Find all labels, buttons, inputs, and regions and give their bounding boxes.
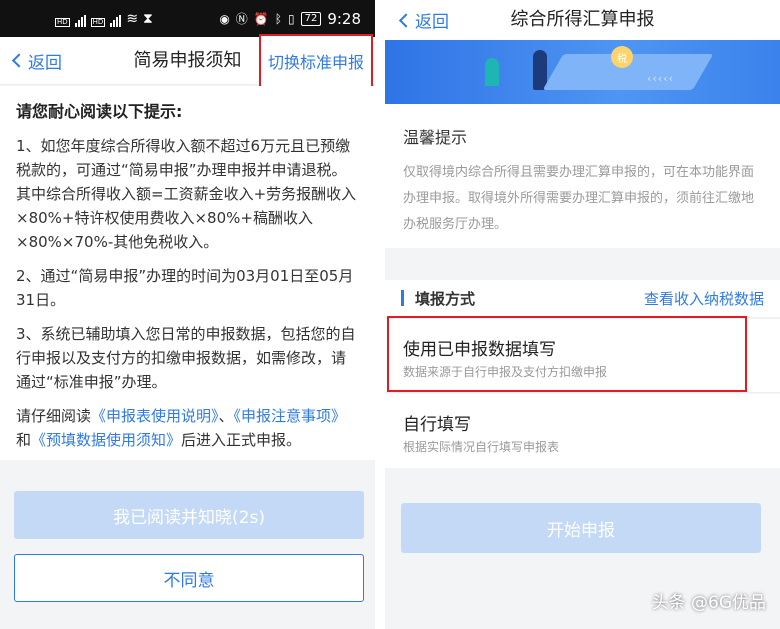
right-phone-screen: 返回 综合所得汇算申报 税 ‹‹‹‹‹ 温馨提示 仅取得境内综合所得且需要办理汇… (385, 0, 780, 629)
tips-title: 温馨提示 (403, 128, 468, 147)
option-self-fill[interactable]: 自行填写 根据实际情况自行填写申报表 (385, 394, 780, 468)
disagree-button[interactable]: 不同意 (14, 554, 364, 602)
acknowledge-button[interactable]: 我已阅读并知晓(2s) (14, 491, 364, 539)
left-phone-screen: HD HD ≋ ⧗ ◉ Ⓝ ⏰ ᛒ ▯ 72 9:28 返回 简易申报须知 切换… (0, 0, 375, 629)
eye-icon: ◉ (219, 11, 230, 26)
status-time: 9:28 (327, 9, 361, 28)
page-title: 综合所得汇算申报 (510, 9, 655, 30)
notice-paragraph-1: 1、如您年度综合所得收入额不超过6万元且已预缴税款的，可通过“简易申报”办理申报… (16, 137, 357, 251)
option-subtitle: 根据实际情况自行填写申报表 (403, 440, 560, 454)
view-tax-data-link[interactable]: 查看收入纳税数据 (644, 280, 764, 318)
notice-paragraph-2: 2、通过“简易申报”办理的时间为03月01日至05月31日。 (16, 267, 354, 309)
option-title: 自行填写 (403, 415, 471, 435)
notes-link[interactable]: 《申报注意事项》 (234, 407, 347, 425)
signal-indicators: HD HD ≋ ⧗ (55, 11, 153, 27)
switch-standard-button[interactable]: 切换标准申报 (259, 34, 373, 88)
start-declaration-button[interactable]: 开始申报 (401, 503, 761, 553)
status-right: ◉ Ⓝ ⏰ ᛒ ▯ 72 9:28 (219, 10, 361, 28)
wifi-icon: ≋ (126, 10, 139, 27)
vibrate-icon: ▯ (287, 11, 295, 26)
signal-icon (110, 14, 122, 27)
section-marker (401, 290, 404, 306)
tips-section: 温馨提示 仅取得境内综合所得且需要办理汇算申报的，可在本功能界面办理申报。取得境… (385, 104, 780, 248)
nav-bar: 返回 简易申报须知 切换标准申报 (0, 34, 375, 88)
status-bar: HD HD ≋ ⧗ ◉ Ⓝ ⏰ ᛒ ▯ 72 9:28 (0, 0, 375, 37)
read-prefix: 请仔细阅读 (16, 407, 92, 425)
option-subtitle: 数据来源于自行申报及支付方扣缴申报 (403, 365, 608, 379)
notice-paragraph-4: 请仔细阅读《申报表使用说明》、《申报注意事项》和《预填数据使用须知》后进入正式申… (16, 404, 357, 452)
hd-icon: HD (55, 17, 70, 27)
usage-guide-link[interactable]: 《申报表使用说明》 (91, 407, 219, 425)
notice-paragraph-3: 3、系统已辅助填入您日常的申报数据，包括您的自行申报以及支付方的扣缴申报数据，如… (16, 325, 356, 391)
option-title: 使用已申报数据填写 (403, 340, 556, 360)
tax-coin-icon: 税 (611, 46, 633, 68)
notice-content: 请您耐心阅读以下提示: 1、如您年度综合所得收入额不超过6万元且已预缴税款的，可… (0, 86, 375, 460)
read-suffix: 后进入正式申报。 (181, 431, 302, 449)
bluetooth-icon: ᛒ (274, 11, 282, 26)
option-use-declared-data[interactable]: 使用已申报数据填写 数据来源于自行申报及支付方扣缴申报 (385, 319, 780, 393)
fill-method-label: 填报方式 (415, 290, 476, 308)
and-text: 和 (16, 431, 32, 449)
hourglass-icon: ⧗ (143, 10, 153, 27)
nav-bar: 返回 综合所得汇算申报 (385, 0, 780, 40)
hd-icon: HD (90, 17, 106, 27)
nfc-icon: Ⓝ (235, 12, 248, 26)
watermark: 头条 @6G优品 (651, 593, 766, 613)
separator: 、 (218, 407, 234, 425)
prefill-notice-link[interactable]: 《预填数据使用须知》 (31, 431, 181, 449)
arrows-icon: ‹‹‹‹‹ (647, 72, 674, 85)
alarm-icon: ⏰ (253, 11, 269, 26)
fill-method-header: 填报方式 查看收入纳税数据 (385, 280, 780, 318)
signal-icon (74, 14, 86, 27)
plant-icon (485, 58, 499, 86)
battery-icon: 72 (300, 11, 322, 26)
banner-illustration: 税 ‹‹‹‹‹ (385, 40, 780, 104)
notice-heading: 请您耐心阅读以下提示: (16, 102, 183, 121)
tips-body: 仅取得境内综合所得且需要办理汇算申报的，可在本功能界面办理申报。取得境外所得需要… (403, 165, 755, 232)
